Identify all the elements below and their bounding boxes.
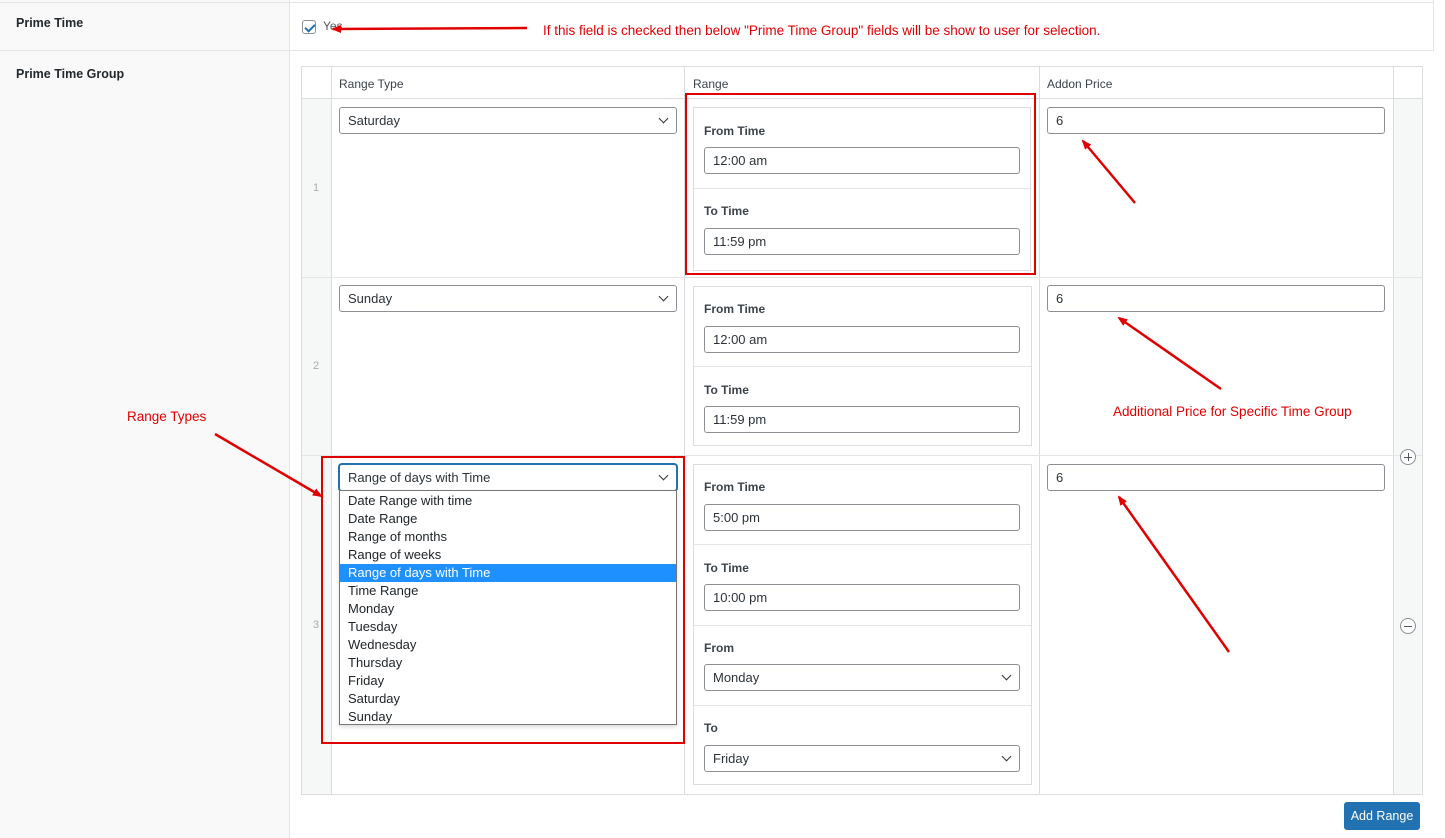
from-time-input[interactable]: 5:00 pm: [704, 504, 1020, 531]
from-time-label: From Time: [704, 302, 766, 316]
arrow-to-checkbox: [331, 24, 528, 33]
to-time-label: To Time: [704, 383, 749, 397]
to-day-select[interactable]: Friday: [704, 745, 1020, 772]
annotation-highlight-box: [685, 93, 1036, 275]
prime-time-label: Prime Time: [16, 16, 84, 30]
column-header-range-type: Range Type: [339, 77, 404, 91]
from-day-select[interactable]: Monday: [704, 664, 1020, 691]
range-divider: [694, 705, 1031, 706]
row-divider: [302, 277, 1422, 278]
prime-time-group-label: Prime Time Group: [16, 67, 125, 81]
annotation-highlight-box: [321, 456, 685, 744]
page-right-border: [1433, 0, 1434, 51]
chevron-down-icon: [1001, 751, 1012, 762]
row-divider: [0, 2, 1433, 3]
add-range-button[interactable]: Add Range: [1344, 802, 1420, 830]
addon-price-input[interactable]: 6: [1047, 107, 1385, 134]
addon-price-input[interactable]: 6: [1047, 285, 1385, 312]
annotation-price-note: Additional Price for Specific Time Group: [1113, 404, 1352, 419]
from-time-input[interactable]: 12:00 am: [704, 326, 1020, 353]
from-day-value: Monday: [713, 670, 760, 685]
range-type-value: Sunday: [348, 291, 393, 306]
to-time-label: To Time: [704, 561, 749, 575]
range-divider: [694, 544, 1031, 545]
to-day-label: To: [704, 721, 718, 735]
row-divider: [0, 50, 1433, 51]
prime-time-checkbox[interactable]: [302, 20, 316, 34]
row-number: 1: [312, 182, 320, 194]
column-header-addon-price: Addon Price: [1047, 77, 1113, 91]
to-day-value: Friday: [713, 751, 750, 766]
range-type-value: Saturday: [348, 113, 401, 128]
remove-row-icon[interactable]: [1400, 618, 1416, 634]
from-time-label: From Time: [704, 480, 766, 494]
to-time-input[interactable]: 11:59 pm: [704, 406, 1020, 433]
add-row-icon[interactable]: [1400, 449, 1416, 465]
range-type-select[interactable]: Saturday: [339, 107, 677, 134]
chevron-down-icon: [658, 291, 669, 302]
range-divider: [694, 625, 1031, 626]
col-divider: [1039, 67, 1040, 794]
annotation-checkbox-note: If this field is checked then below "Pri…: [543, 23, 1101, 38]
row-actions-gutter: [1393, 99, 1422, 794]
chevron-down-icon: [1001, 670, 1012, 681]
chevron-down-icon: [658, 113, 669, 124]
col-divider: [1393, 67, 1394, 794]
annotation-range-types: Range Types: [127, 409, 207, 424]
from-day-label: From: [704, 641, 734, 655]
prime-time-checkbox-label[interactable]: Yes: [323, 19, 343, 33]
range-divider: [694, 366, 1031, 367]
to-time-input[interactable]: 10:00 pm: [704, 584, 1020, 611]
addon-price-input[interactable]: 6: [1047, 464, 1385, 491]
range-type-select[interactable]: Sunday: [339, 285, 677, 312]
column-header-range: Range: [693, 77, 729, 91]
row-number: 2: [312, 360, 320, 372]
